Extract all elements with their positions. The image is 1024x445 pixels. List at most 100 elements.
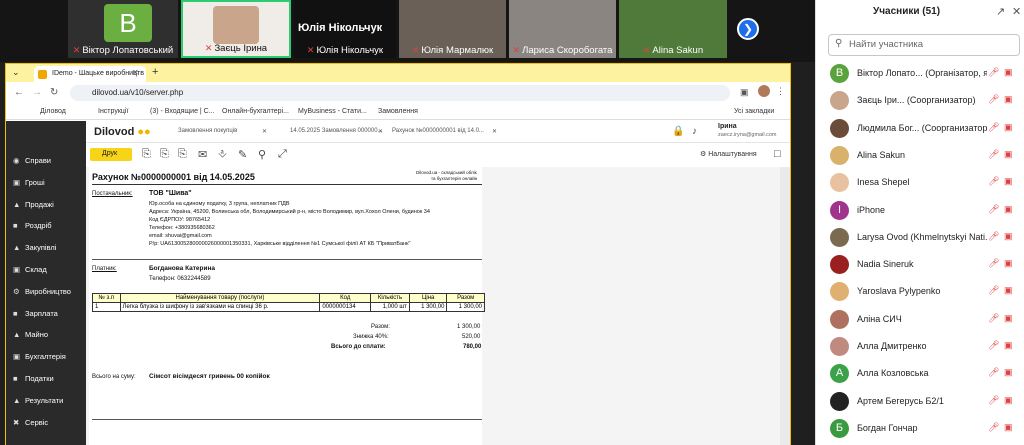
sidebar-item[interactable]: ◉ Справи — [13, 156, 51, 165]
chevron-down-icon[interactable]: ⌄ — [12, 67, 20, 78]
mic-off-icon[interactable]: 🎤︎ — [988, 258, 999, 269]
video-tile[interactable]: В ✕ Віктор Лопатовський — [68, 0, 178, 58]
camera-off-icon[interactable]: ▣ — [1004, 94, 1013, 105]
back-icon[interactable]: ← — [14, 87, 24, 98]
sidebar-item[interactable]: ▲ Продажі — [13, 200, 54, 209]
video-tile[interactable]: ✕ Alina Sakun — [619, 0, 727, 58]
sidebar-item[interactable]: ▲ Результати — [13, 396, 63, 405]
url-input[interactable]: dilovod.ua/v10/server.php — [70, 85, 730, 101]
camera-off-icon[interactable]: ▣ — [1004, 204, 1013, 215]
sidebar-item[interactable]: ▣ Бухгалтерія — [13, 352, 66, 361]
camera-off-icon[interactable]: ▣ — [1004, 258, 1013, 269]
sidebar-item[interactable]: ■ Зарплата — [13, 309, 58, 318]
dilovod-logo[interactable]: Dilovod ●● — [94, 126, 151, 138]
extensions-icon[interactable]: ▣ — [740, 87, 749, 98]
participant-row[interactable]: А Алла Козловська 🎤︎ ▣ — [816, 360, 1024, 387]
edit-icon[interactable]: ✎ — [238, 148, 247, 161]
camera-off-icon[interactable]: ▣ — [1004, 313, 1013, 324]
video-tile-active[interactable]: ✕ Заєць Ірина — [181, 0, 291, 58]
camera-off-icon[interactable]: ▣ — [1004, 422, 1013, 433]
participant-search-input[interactable]: ⚲ Найти участника — [828, 34, 1020, 56]
bookmark-item[interactable]: Онлайн-бухгалтері... — [222, 108, 289, 115]
sidebar-item[interactable]: ■ Податки — [13, 374, 54, 383]
participant-row[interactable]: Артем Бегерусь Б2/1 🎤︎ ▣ — [816, 388, 1024, 415]
mic-off-icon[interactable]: 🎤︎ — [988, 149, 999, 160]
sidebar-item[interactable]: ✖ Сервіс — [13, 418, 48, 427]
zoom-icon[interactable]: ⤢ — [278, 148, 287, 161]
mic-off-icon[interactable]: 🎤︎ — [988, 313, 999, 324]
participant-row[interactable]: IiPhone 🎤︎ ▣ — [816, 197, 1024, 224]
profile-avatar[interactable] — [758, 85, 770, 97]
mic-off-icon[interactable]: 🎤︎ — [988, 122, 999, 133]
bookmark-item[interactable]: Замовлення — [378, 108, 418, 115]
mail-icon[interactable]: ✉ — [198, 148, 207, 161]
close-icon[interactable]: ✕ — [378, 128, 383, 135]
mic-off-icon[interactable]: 🎤︎ — [988, 340, 999, 351]
new-tab-icon[interactable]: + — [152, 66, 158, 78]
mic-off-icon[interactable]: 🎤︎ — [988, 176, 999, 187]
search-icon[interactable]: ⚲ — [258, 148, 266, 161]
reload-icon[interactable]: ↻ — [50, 87, 58, 98]
bookmark-item[interactable]: MyBusiness - Стати... — [298, 108, 367, 115]
sidebar-item[interactable]: ▣ Склад — [13, 265, 47, 274]
camera-off-icon[interactable]: ▣ — [1004, 149, 1013, 160]
scrollbar[interactable] — [780, 167, 790, 445]
print-button[interactable]: Друк — [90, 148, 132, 161]
mic-off-icon[interactable]: 🎤︎ — [988, 67, 999, 78]
participant-row[interactable]: Алла Дмитренко 🎤︎ ▣ — [816, 333, 1024, 360]
bookmark-item[interactable]: Діловод — [40, 108, 66, 115]
doc-tab[interactable]: Замовлення покупців — [178, 128, 237, 134]
close-icon[interactable]: ✕ — [1012, 5, 1021, 18]
participant-row[interactable]: Yaroslava Pylypenko 🎤︎ ▣ — [816, 278, 1024, 305]
participant-row[interactable]: Аліна СИЧ 🎤︎ ▣ — [816, 306, 1024, 333]
camera-off-icon[interactable]: ▣ — [1004, 367, 1013, 378]
camera-off-icon[interactable]: ▣ — [1004, 122, 1013, 133]
mic-off-icon[interactable]: 🎤︎ — [988, 94, 999, 105]
mic-off-icon[interactable]: 🎤︎ — [988, 285, 999, 296]
video-tile[interactable]: ✕ Лариса Скоробогата — [509, 0, 616, 58]
close-icon[interactable]: ✕ — [262, 128, 267, 135]
mic-off-icon[interactable]: 🎤︎ — [988, 204, 999, 215]
settings-button[interactable]: ⚙ Налаштування — [700, 150, 757, 158]
mic-off-icon[interactable]: 🎤︎ — [988, 395, 999, 406]
participant-row[interactable]: В Віктор Лопато... (Організатор, я) 🎤︎ ▣ — [816, 60, 1024, 87]
mic-off-icon[interactable]: 🎤︎ — [988, 422, 999, 433]
copy-icon[interactable]: ⎘ — [160, 148, 169, 161]
camera-off-icon[interactable]: ▣ — [1004, 176, 1013, 187]
menu-icon[interactable]: ⋮ — [776, 86, 785, 97]
camera-off-icon[interactable]: ▣ — [1004, 340, 1013, 351]
export-icon[interactable]: ⎘ — [142, 148, 151, 161]
next-page-button[interactable]: ❯ — [737, 18, 759, 40]
chat-icon[interactable]: □ — [774, 148, 781, 160]
doc-tab-active[interactable]: Рахунок №0000000001 від 14.0... — [392, 128, 484, 134]
bookmark-item[interactable]: (3) - Входящие | С... — [150, 108, 215, 115]
camera-off-icon[interactable]: ▣ — [1004, 395, 1013, 406]
video-tile[interactable]: ✕ Юлія Мармалюк — [399, 0, 506, 58]
save-icon[interactable]: ⎘ — [178, 148, 187, 161]
camera-off-icon[interactable]: ▣ — [1004, 231, 1013, 242]
participant-row[interactable]: Б Богдан Гончар 🎤︎ ▣ — [816, 415, 1024, 442]
sidebar-item[interactable]: ▣ Гроші — [13, 178, 45, 187]
participant-row[interactable]: Larysa Ovod (Khmelnytskyi Nati... 🎤︎ ▣ — [816, 224, 1024, 251]
lock-icon[interactable]: 🔒 — [672, 126, 684, 137]
bell-icon[interactable]: ♪ — [692, 126, 697, 137]
sidebar-item[interactable]: ▲ Майно — [13, 330, 48, 339]
camera-off-icon[interactable]: ▣ — [1004, 67, 1013, 78]
camera-off-icon[interactable]: ▣ — [1004, 285, 1013, 296]
video-tile[interactable]: Юлія Нікольчук ✕ Юлія Нікольчук — [294, 0, 396, 58]
participant-row[interactable]: Людмила Бог... (Соорганизатор) 🎤︎ ▣ — [816, 115, 1024, 142]
sidebar-item[interactable]: ▲ Закупівлі — [13, 243, 56, 252]
participant-row[interactable]: Заєць Іри... (Соорганизатор) 🎤︎ ▣ — [816, 87, 1024, 114]
doc-tab[interactable]: 14.05.2025 Замовлення 000000... — [290, 128, 383, 134]
close-icon[interactable]: ✕ — [492, 128, 497, 135]
attach-icon[interactable]: ⎀ — [218, 148, 227, 161]
participant-row[interactable]: Nadia Sineruk 🎤︎ ▣ — [816, 251, 1024, 278]
browser-tab[interactable]: IDemo - Шацьке виробництв — [34, 66, 146, 82]
close-tab-icon[interactable]: ✕ — [132, 68, 139, 77]
participant-row[interactable]: Alina Sakun 🎤︎ ▣ — [816, 142, 1024, 169]
mic-off-icon[interactable]: 🎤︎ — [988, 367, 999, 378]
participant-row[interactable]: Inesa Shepel 🎤︎ ▣ — [816, 169, 1024, 196]
sidebar-item[interactable]: ⚙ Виробництво — [13, 287, 71, 296]
bookmark-item[interactable]: Усі закладки — [734, 108, 774, 115]
bookmark-item[interactable]: Інструкції — [98, 108, 128, 115]
